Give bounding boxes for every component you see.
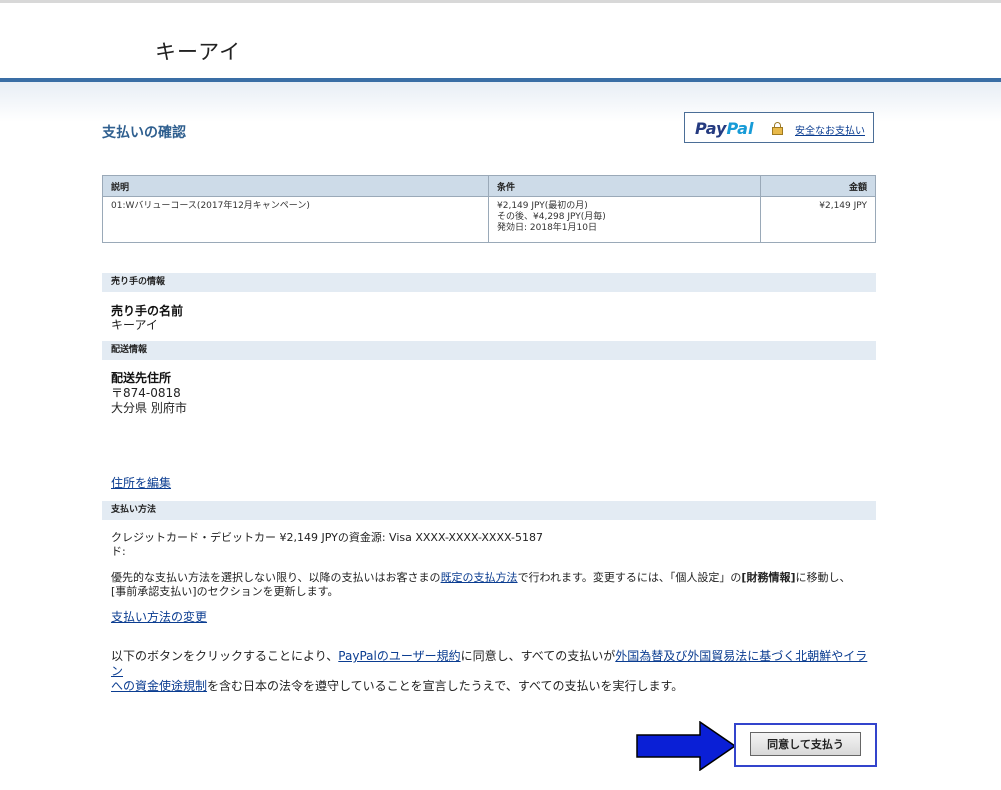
payment-source-line: クレジットカード・デビットカー ¥2,149 JPYの資金源: Visa XXX…	[111, 531, 543, 544]
fx-law-link-cont[interactable]: への資金使途規制	[111, 679, 207, 693]
top-border	[0, 0, 1001, 3]
header-description: 説明	[102, 175, 489, 197]
secure-payment-link[interactable]: 安全なお支払い	[795, 122, 865, 137]
agreement-text-part: を含む日本の法令を遵守していることを宣言したうえで、すべての支払いを実行します。	[207, 679, 684, 693]
notice-text: [事前承認支払い]のセクションを更新します。	[111, 585, 339, 598]
financial-info-label: [財務情報]	[741, 571, 796, 584]
agreement-text-part: 以下のボタンをクリックすることにより、	[111, 649, 339, 663]
paypal-secure-badge: PayPal 安全なお支払い	[684, 112, 874, 143]
header-amount: 金額	[760, 175, 876, 197]
lock-icon	[772, 122, 783, 135]
shipping-section-header: 配送情報	[102, 341, 876, 360]
agreement-text: 以下のボタンをクリックすることにより、PayPalのユーザー規約に同意し、すべて…	[111, 649, 871, 694]
table-row: 01:Wバリューコース(2017年12月キャンペーン) ¥2,149 JPY(最…	[102, 196, 876, 243]
term-line: その後、¥4,298 JPY(月毎)	[497, 212, 606, 222]
item-amount: ¥2,149 JPY	[760, 196, 876, 243]
seller-section-header: 売り手の情報	[102, 273, 876, 292]
user-agreement-link[interactable]: PayPalのユーザー規約	[338, 649, 460, 663]
payment-source: クレジットカード・デビットカー ¥2,149 JPYの資金源: Visa XXX…	[111, 531, 543, 559]
merchant-name: キーアイ	[155, 40, 242, 64]
seller-name-value: キーアイ	[111, 318, 158, 332]
default-payment-method-link[interactable]: 既定の支払方法	[441, 571, 518, 584]
notice-text: で行われます。変更するには、「個人設定」の	[517, 571, 742, 584]
paypal-logo: PayPal	[695, 119, 754, 138]
term-line: 発効日: 2018年1月10日	[497, 223, 597, 233]
item-terms: ¥2,149 JPY(最初の月) その後、¥4,298 JPY(月毎) 発効日:…	[488, 196, 761, 243]
notice-text: に移動し、	[795, 571, 851, 584]
notice-text: 優先的な支払い方法を選択しない限り、以降の支払いはお客さまの	[111, 571, 441, 584]
change-payment-method-link[interactable]: 支払い方法の変更	[111, 608, 207, 625]
agreement-text-part: に同意し、すべての支払いが	[460, 649, 616, 663]
payment-notice: 優先的な支払い方法を選択しない限り、以降の支払いはお客さまの既定の支払方法で行わ…	[111, 571, 871, 599]
header-terms: 条件	[488, 175, 761, 197]
edit-address-link[interactable]: 住所を編集	[111, 474, 171, 491]
page-title: 支払いの確認	[102, 125, 186, 141]
shipping-city: 大分県 別府市	[111, 401, 187, 415]
term-line: ¥2,149 JPY(最初の月)	[497, 201, 588, 211]
item-description: 01:Wバリューコース(2017年12月キャンペーン)	[102, 196, 489, 243]
arrow-right-icon	[636, 721, 736, 771]
items-table: 説明 条件 金額 01:Wバリューコース(2017年12月キャンペーン) ¥2,…	[102, 175, 876, 243]
payment-source-line: ド:	[111, 545, 126, 558]
payment-section-header: 支払い方法	[102, 501, 876, 520]
agree-and-pay-button[interactable]: 同意して支払う	[750, 732, 861, 756]
